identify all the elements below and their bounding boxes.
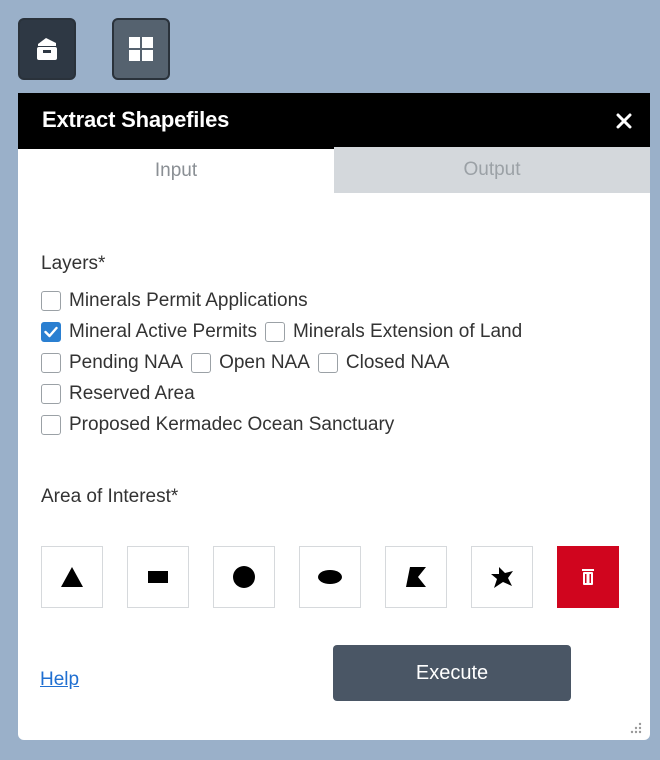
- delete-tool[interactable]: [557, 546, 619, 608]
- circle-tool[interactable]: [213, 546, 275, 608]
- toolbox-button[interactable]: [18, 18, 76, 80]
- layer-row: Pending NAA Open NAA Closed NAA: [41, 347, 650, 378]
- layer-checkbox[interactable]: [41, 352, 61, 373]
- close-icon[interactable]: [616, 107, 632, 133]
- layer-checkbox-label[interactable]: Minerals Extension of Land: [293, 321, 522, 343]
- layer-checkbox-label[interactable]: Closed NAA: [346, 352, 450, 374]
- panel-title: Extract Shapefiles: [42, 107, 230, 132]
- layer-checkbox[interactable]: [191, 352, 212, 373]
- extract-shapefiles-panel: Extract Shapefiles Input Output Layers* …: [18, 93, 650, 740]
- layer-checkbox-label[interactable]: Minerals Permit Applications: [69, 290, 308, 312]
- area-of-interest-label: Area of Interest*: [41, 486, 179, 507]
- ellipse-tool[interactable]: [299, 546, 361, 608]
- layer-row: Mineral Active Permits Minerals Extension…: [41, 316, 650, 347]
- layer-checkbox[interactable]: [41, 414, 61, 435]
- layer-row: Reserved Area: [41, 378, 650, 409]
- rectangle-icon: [148, 571, 168, 583]
- layer-checkbox-label[interactable]: Proposed Kermadec Ocean Sanctuary: [69, 414, 394, 436]
- layer-checkbox-list: Minerals Permit Applications Mineral Acti…: [41, 285, 650, 440]
- layer-row: Proposed Kermadec Ocean Sanctuary: [41, 409, 650, 440]
- layer-row: Minerals Permit Applications: [41, 285, 650, 316]
- ellipse-icon: [318, 570, 342, 584]
- widget-grid-button[interactable]: [112, 18, 170, 80]
- layer-checkbox[interactable]: [317, 352, 338, 373]
- draw-tools: [41, 546, 650, 608]
- layer-checkbox[interactable]: [41, 383, 61, 404]
- polygon-icon: [406, 567, 426, 587]
- help-link[interactable]: Help: [40, 669, 79, 691]
- layers-label: Layers*: [41, 253, 106, 274]
- trash-icon: [582, 569, 594, 585]
- panel-header: Extract Shapefiles: [18, 93, 650, 147]
- briefcase-icon: [37, 38, 57, 60]
- polygon-tool[interactable]: [385, 546, 447, 608]
- tab-bar: Input Output: [18, 147, 650, 193]
- freehand-icon: [491, 567, 513, 588]
- layer-checkbox[interactable]: [264, 321, 285, 342]
- rectangle-tool[interactable]: [127, 546, 189, 608]
- freehand-polygon-tool[interactable]: [471, 546, 533, 608]
- tab-output[interactable]: Output: [334, 147, 650, 193]
- layer-checkbox-label[interactable]: Reserved Area: [69, 383, 195, 405]
- layer-checkbox-label[interactable]: Pending NAA: [69, 352, 183, 374]
- layer-checkbox-label[interactable]: Open NAA: [219, 352, 310, 374]
- layer-checkbox[interactable]: [41, 290, 61, 311]
- layer-checkbox-label[interactable]: Mineral Active Permits: [69, 321, 257, 343]
- point-tool[interactable]: [41, 546, 103, 608]
- tab-input[interactable]: Input: [18, 147, 334, 193]
- checkmark-icon: [44, 326, 58, 337]
- resize-grip-icon[interactable]: [630, 722, 642, 734]
- panel-footer: Help Execute: [18, 645, 650, 705]
- grid-icon: [129, 37, 153, 61]
- triangle-icon: [61, 567, 83, 587]
- layer-checkbox[interactable]: [41, 321, 61, 342]
- circle-icon: [233, 566, 255, 588]
- execute-button[interactable]: Execute: [333, 645, 571, 701]
